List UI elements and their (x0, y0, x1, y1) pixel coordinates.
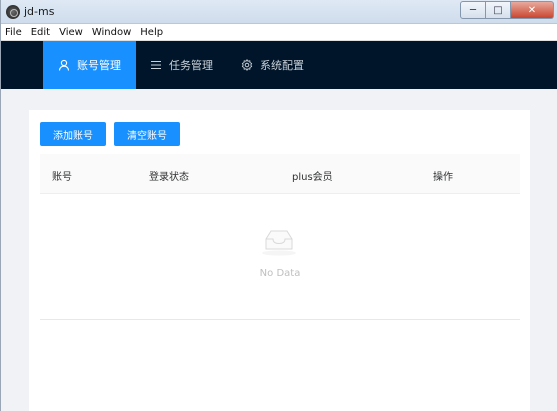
nav-item-label: 系统配置 (260, 59, 304, 72)
add-account-button[interactable]: 添加账号 (40, 122, 106, 146)
top-navigation: 账号管理 任务管理 系统配置 (1, 41, 557, 89)
nav-item-label: 账号管理 (77, 59, 121, 72)
column-header-actions[interactable]: 操作 (433, 168, 453, 183)
accounts-card: 添加账号 清空账号 账号 登录状态 plus会员 操作 No Data (29, 110, 530, 411)
main-content: 添加账号 清空账号 账号 登录状态 plus会员 操作 No Data (1, 89, 557, 411)
app-logo-icon (6, 5, 20, 19)
app-window: jd-ms ─ □ ✕ File Edit View Window Help 账… (0, 0, 557, 411)
empty-inbox-icon (260, 228, 298, 256)
nav-item-system-config[interactable]: 系统配置 (241, 41, 304, 89)
window-title: jd-ms (24, 5, 55, 18)
minimize-button[interactable]: ─ (460, 1, 486, 19)
empty-state-text: No Data (259, 268, 301, 279)
menu-edit[interactable]: Edit (31, 27, 50, 38)
column-header-login-status[interactable]: 登录状态 (149, 168, 189, 183)
column-header-account[interactable]: 账号 (52, 168, 72, 183)
gear-icon (241, 59, 253, 71)
maximize-button[interactable]: □ (486, 1, 511, 19)
menu-help[interactable]: Help (140, 27, 163, 38)
close-button[interactable]: ✕ (511, 1, 554, 19)
menu-window[interactable]: Window (92, 27, 131, 38)
table-empty-state: No Data (40, 194, 520, 320)
menu-view[interactable]: View (59, 27, 83, 38)
window-controls: ─ □ ✕ (460, 1, 554, 19)
table-header: 账号 登录状态 plus会员 操作 (40, 154, 520, 194)
clear-accounts-button[interactable]: 清空账号 (114, 122, 180, 146)
title-bar[interactable]: jd-ms ─ □ ✕ (1, 0, 557, 24)
list-icon (150, 59, 162, 71)
user-icon (58, 59, 70, 71)
column-header-plus-member[interactable]: plus会员 (292, 168, 333, 183)
menu-bar: File Edit View Window Help (1, 24, 557, 41)
nav-item-label: 任务管理 (169, 59, 213, 72)
nav-item-task-management[interactable]: 任务管理 (150, 41, 213, 89)
menu-file[interactable]: File (5, 27, 22, 38)
nav-item-account-management[interactable]: 账号管理 (43, 41, 136, 89)
